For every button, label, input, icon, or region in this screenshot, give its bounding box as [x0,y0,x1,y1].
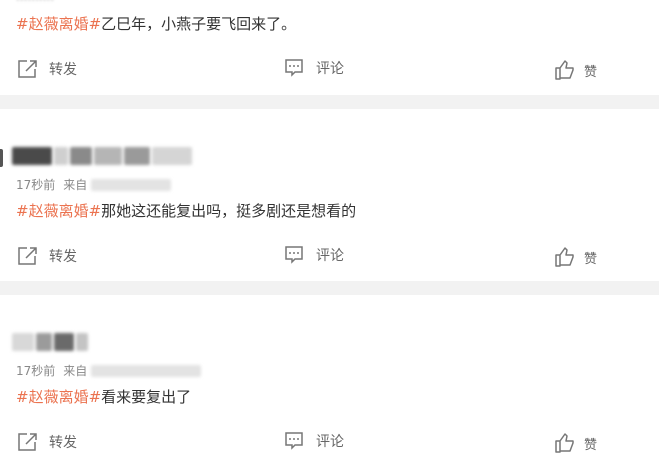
share-icon [18,433,37,451]
post-content: #赵薇离婚#看来要复出了 [16,386,191,407]
comment-icon [285,432,303,450]
post-text: 乙巳年，小燕子要飞回来了。 [101,15,297,33]
post-source-blurred [91,364,202,377]
like-button[interactable]: 赞 [554,59,597,81]
post-meta: 17秒前 来自 [16,176,172,193]
post-separator [0,281,659,295]
thumbs-up-icon [555,433,574,453]
post-actions: 转发 评论 赞 [0,431,659,455]
hashtag-link[interactable]: #赵薇离婚# [16,388,101,406]
post-actions: 转发 评论 赞 [0,245,659,269]
post-separator [0,95,659,109]
post-source-label: 来自 [63,178,88,192]
post-source-label: 来自 [63,364,88,378]
username-blurred[interactable] [12,145,194,167]
post-card: ·········· #赵薇离婚#乙巳年，小燕子要飞回来了。 转发 评论 赞 [0,0,659,95]
comment-icon [285,246,303,264]
post-actions: 转发 评论 赞 [0,58,659,82]
like-label: 赞 [584,251,598,267]
post-time: 17秒前 [16,178,56,192]
post-card: 17秒前 来自 #赵薇离婚#那她这还能复出吗，挺多剧还是想看的 转发 评论 赞 [0,109,659,281]
post-meta-blurred: ·········· [16,0,55,7]
thumbs-up-icon [555,60,574,80]
post-text: 看来要复出了 [101,388,192,406]
post-text: 那她这还能复出吗，挺多剧还是想看的 [101,202,357,220]
repost-label: 转发 [49,62,77,78]
share-icon [18,60,37,78]
repost-label: 转发 [49,435,77,451]
hashtag-link[interactable]: #赵薇离婚# [16,15,101,33]
post-card: 17秒前 来自 #赵薇离婚#看来要复出了 转发 评论 赞 [0,295,659,465]
comment-label: 评论 [316,434,344,450]
comment-icon [285,59,303,77]
post-source-blurred [91,178,172,191]
comment-button[interactable]: 评论 [284,431,344,451]
post-time: 17秒前 [16,364,56,378]
username-blurred[interactable] [12,331,90,353]
post-left-edge-mark [0,149,3,167]
share-icon [18,247,37,265]
comment-label: 评论 [316,61,344,77]
like-button[interactable]: 赞 [554,432,597,454]
hashtag-link[interactable]: #赵薇离婚# [16,202,101,220]
like-label: 赞 [584,437,598,453]
repost-button[interactable]: 转发 [17,432,77,452]
post-meta: 17秒前 来自 [16,362,202,379]
repost-label: 转发 [49,249,77,265]
like-label: 赞 [584,64,598,80]
comment-label: 评论 [316,248,344,264]
repost-button[interactable]: 转发 [17,246,77,266]
comment-button[interactable]: 评论 [284,58,344,78]
repost-button[interactable]: 转发 [17,59,77,79]
comment-button[interactable]: 评论 [284,245,344,265]
thumbs-up-icon [555,247,574,267]
post-content: #赵薇离婚#乙巳年，小燕子要飞回来了。 [16,13,296,34]
post-content: #赵薇离婚#那她这还能复出吗，挺多剧还是想看的 [16,200,356,221]
like-button[interactable]: 赞 [554,246,597,268]
